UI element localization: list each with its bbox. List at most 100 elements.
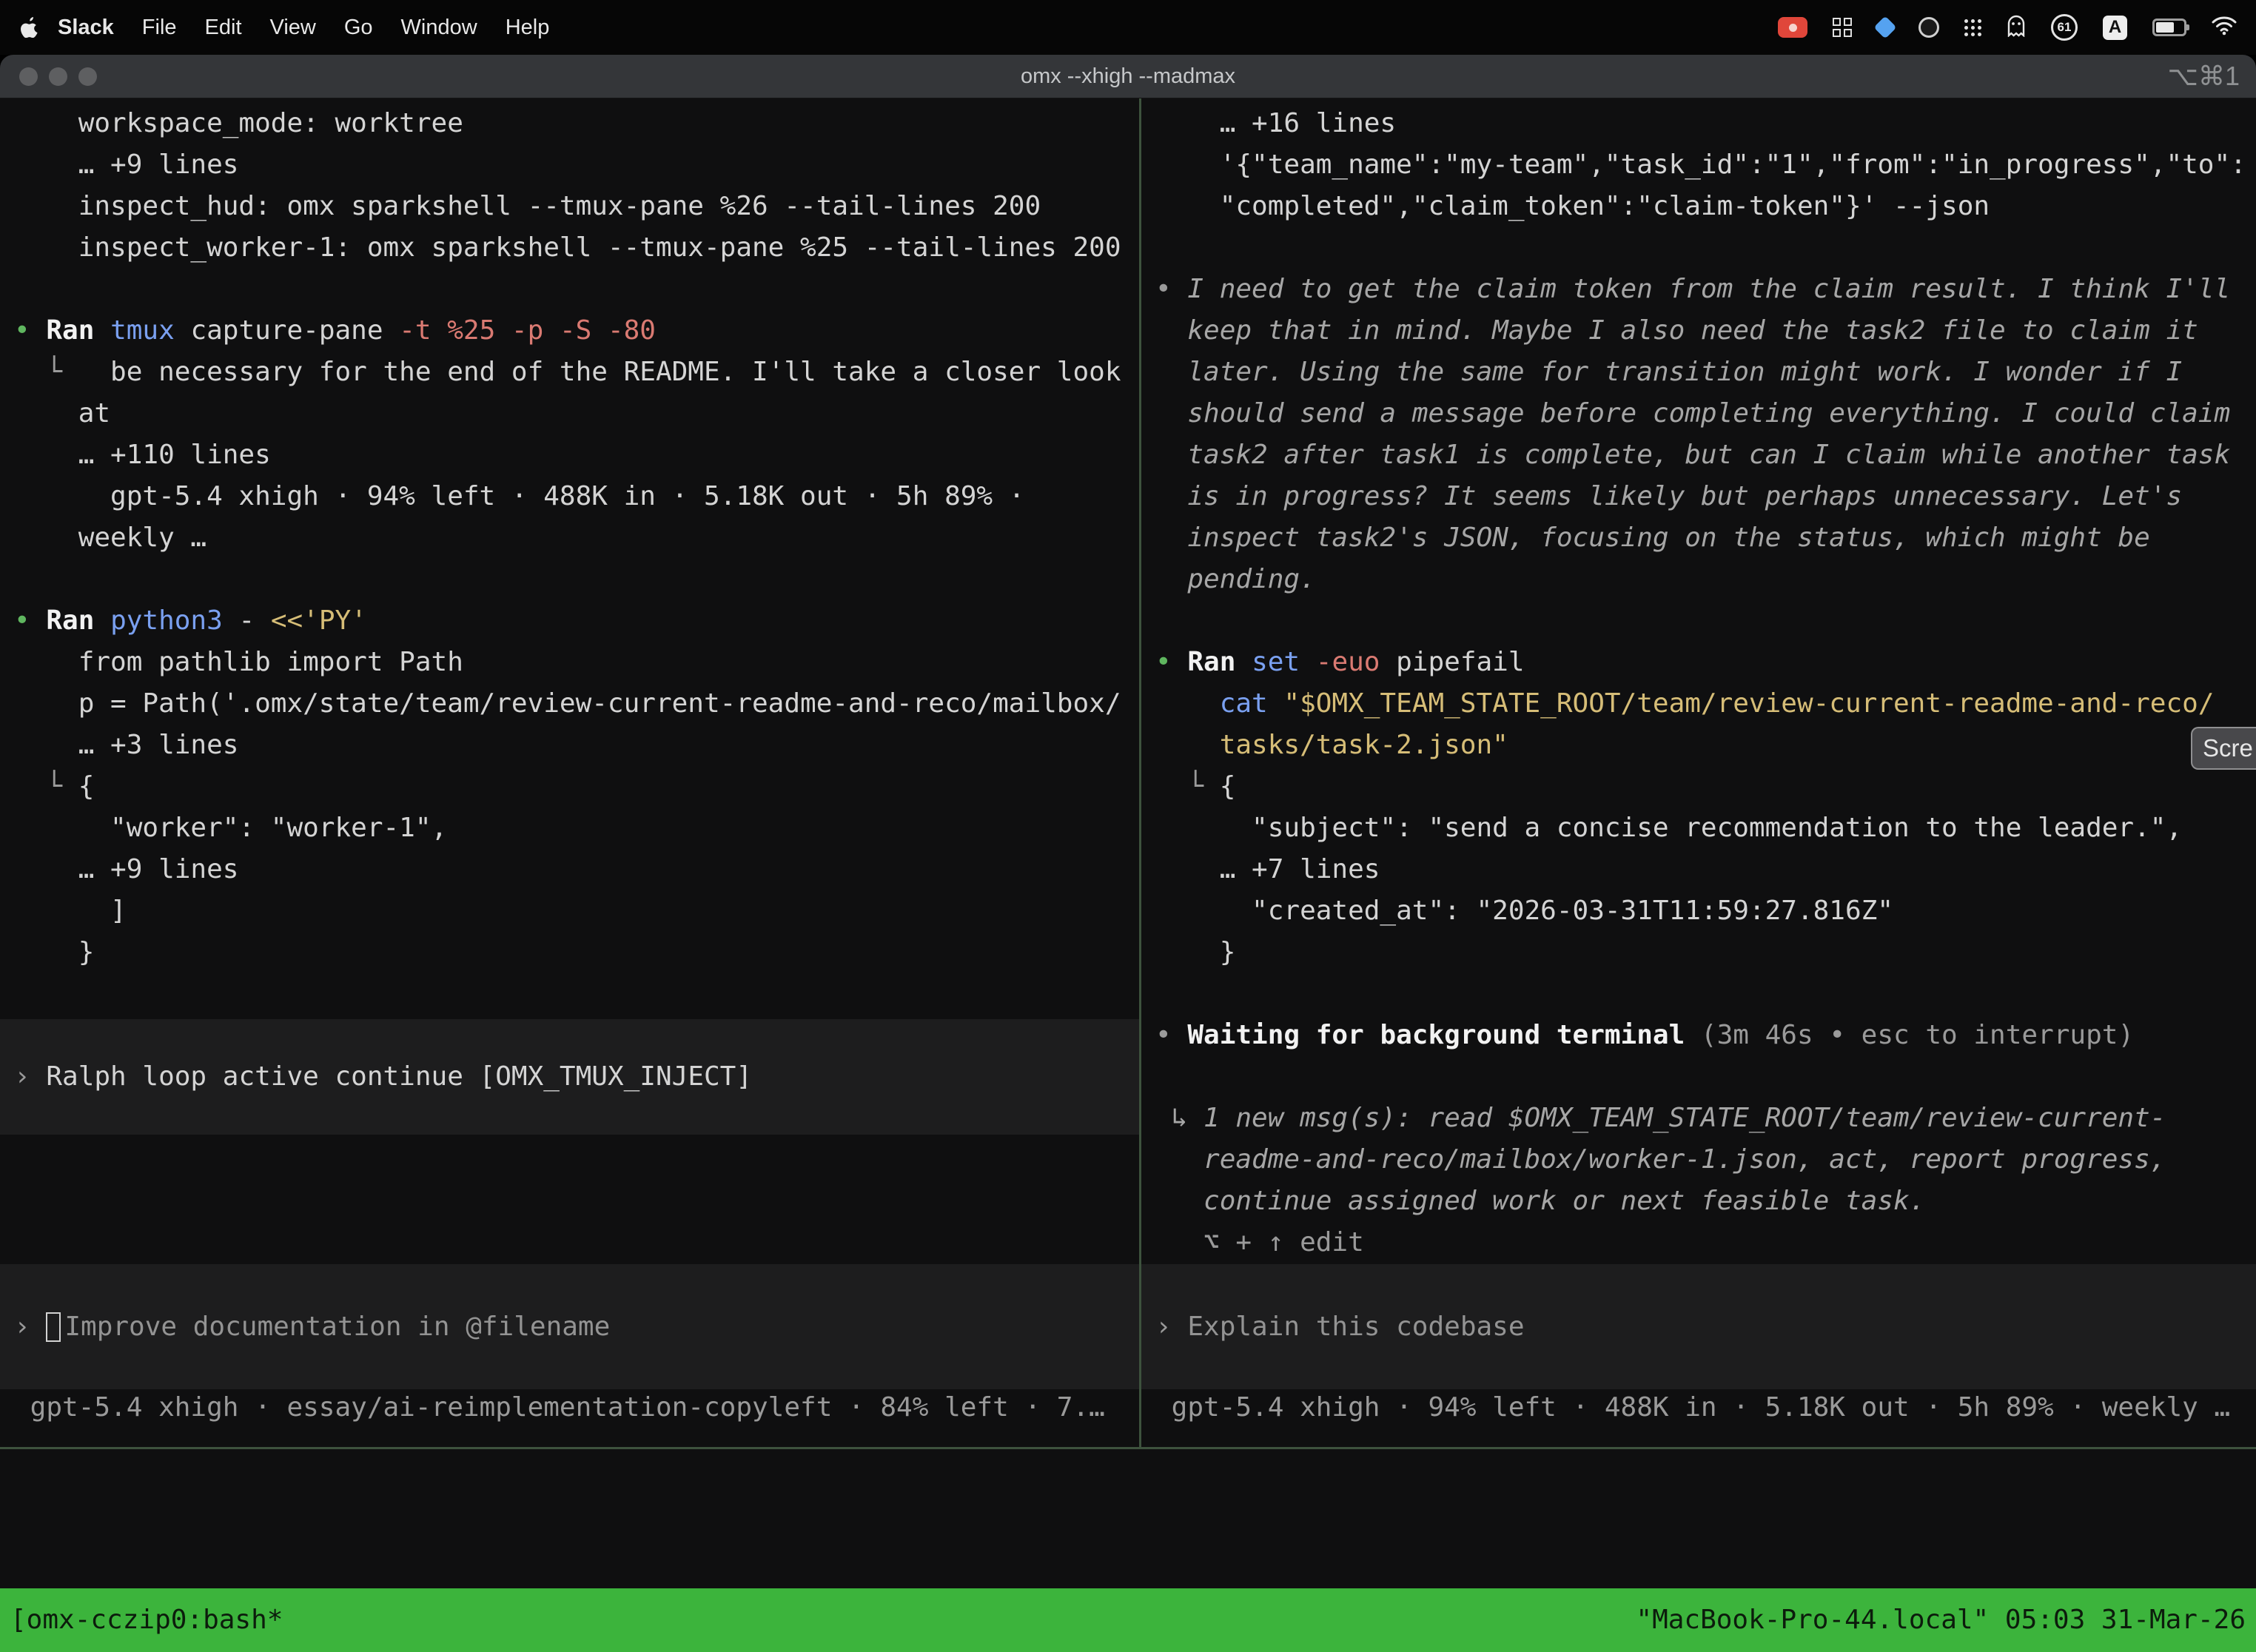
- battery-level: [2156, 22, 2174, 33]
- terminal-line: p = Path('.omx/state/team/review-current…: [14, 683, 1139, 725]
- window-shortcut-hint: ⌥⌘1: [2167, 55, 2240, 98]
- screen: { "menu_bar": { "app_name": "Slack", "it…: [0, 0, 2256, 1652]
- gauge-value: 61: [2058, 20, 2072, 35]
- dots-grid-icon[interactable]: [1964, 19, 1981, 36]
- terminal-line: • I need to get the claim token from the…: [1155, 269, 2256, 310]
- terminal-line: • Ran set -euo pipefail: [1155, 642, 2256, 683]
- menu-edit[interactable]: Edit: [191, 16, 256, 40]
- gauge-icon[interactable]: 61: [2051, 14, 2078, 41]
- terminal-line: └ {: [14, 766, 1139, 807]
- tmux-pane-right[interactable]: … +16 lines '{"team_name":"my-team","tas…: [1141, 98, 2256, 1447]
- text-cursor: [46, 1312, 61, 1342]
- terminal-line: task2 after task1 is complete, but can I…: [1155, 434, 2256, 476]
- input-source-icon[interactable]: A: [2103, 16, 2127, 40]
- terminal-window: omx --xhigh --madmax ⌥⌘1 workspace_mode:…: [0, 55, 2256, 1652]
- zoom-button[interactable]: [78, 67, 97, 86]
- menu-bar: Slack FileEditViewGoWindowHelp 61 A: [0, 0, 2256, 55]
- prompt-chevron: ›: [1155, 1306, 1187, 1348]
- terminal-line: later. Using the same for transition mig…: [1155, 352, 2256, 393]
- menu-bar-left: Slack FileEditViewGoWindowHelp: [21, 16, 563, 40]
- terminal-line: … +110 lines: [14, 434, 1139, 476]
- terminal-line: "worker": "worker-1",: [14, 807, 1139, 849]
- menu-file[interactable]: File: [128, 16, 191, 40]
- menu-help[interactable]: Help: [491, 16, 564, 40]
- terminal-line: workspace_mode: worktree: [14, 103, 1139, 144]
- terminal-area: workspace_mode: worktree … +9 lines insp…: [0, 98, 2256, 1652]
- terminal-line: should send a message before completing …: [1155, 393, 2256, 434]
- terminal-line: … +16 lines: [1155, 103, 2256, 144]
- terminal-line: "completed","claim_token":"claim-token"}…: [1155, 186, 2256, 227]
- prompt-chevron: ›: [14, 1306, 46, 1348]
- terminal-line: • Ran tmux capture-pane -t %25 -p -S -80: [14, 310, 1139, 352]
- omx-hud-statusline: [OMX#0.11.9] cczip/essay/ai-reimplementa…: [12, 1470, 2065, 1511]
- ralph-loop-notice: › Ralph loop active continue [OMX_TMUX_I…: [14, 1056, 752, 1098]
- terminal-line: … +9 lines: [14, 144, 1139, 186]
- battery-icon[interactable]: [2152, 19, 2186, 36]
- menu-view[interactable]: View: [256, 16, 330, 40]
- terminal-line: is in progress? It seems likely but perh…: [1155, 476, 2256, 517]
- terminal-line: … +3 lines: [14, 725, 1139, 766]
- screen-overlay-button[interactable]: Scre: [2191, 727, 2256, 770]
- terminal-line: [1155, 973, 2256, 1015]
- terminal-line: keep that in mind. Maybe I also need the…: [1155, 310, 2256, 352]
- menu-go[interactable]: Go: [330, 16, 387, 40]
- apple-menu-icon[interactable]: [21, 17, 38, 38]
- traffic-lights: [19, 55, 97, 98]
- wifi-icon[interactable]: [2212, 16, 2237, 39]
- terminal-line: • Waiting for background terminal (3m 46…: [1155, 1015, 2256, 1056]
- terminal-line: ↳ 1 new msg(s): read $OMX_TEAM_STATE_ROO…: [1155, 1098, 2256, 1139]
- minimize-button[interactable]: [49, 67, 67, 86]
- terminal-line: readme-and-reco/mailbox/worker-1.json, a…: [1155, 1139, 2256, 1181]
- app-menu-slack[interactable]: Slack: [58, 16, 128, 40]
- close-button[interactable]: [19, 67, 38, 86]
- terminal-line: from pathlib import Path: [14, 642, 1139, 683]
- terminal-line: }: [14, 932, 1139, 973]
- menu-items: FileEditViewGoWindowHelp: [128, 16, 564, 40]
- terminal-line: … +7 lines: [1155, 849, 2256, 890]
- circle-app-icon[interactable]: [1918, 17, 1939, 38]
- menu-window[interactable]: Window: [387, 16, 491, 40]
- left-prompt-input[interactable]: › Improve documentation in @filename: [0, 1264, 1139, 1389]
- raycast-icon[interactable]: [1873, 16, 1896, 38]
- terminal-line: tasks/task-2.json": [1155, 725, 2256, 766]
- terminal-line: pending.: [1155, 559, 2256, 600]
- terminal-line: [14, 559, 1139, 600]
- tmux-pane-left[interactable]: workspace_mode: worktree … +9 lines insp…: [0, 98, 1139, 1447]
- terminal-line: inspect_hud: omx sparkshell --tmux-pane …: [14, 186, 1139, 227]
- terminal-line: at: [14, 393, 1139, 434]
- tmux-session-window: [omx-cczip0:bash*: [10, 1599, 283, 1641]
- terminal-line: weekly …: [14, 517, 1139, 559]
- left-input-placeholder: Improve documentation in @filename: [64, 1306, 610, 1348]
- terminal-line: cat "$OMX_TEAM_STATE_ROOT/team/review-cu…: [1155, 683, 2256, 725]
- terminal-line: gpt-5.4 xhigh · 94% left · 488K in · 5.1…: [14, 476, 1139, 517]
- horizontal-pane-border: [0, 1447, 2256, 1449]
- grid-icon[interactable]: [1833, 18, 1852, 37]
- right-scrollback: … +16 lines '{"team_name":"my-team","tas…: [1141, 98, 2256, 1263]
- window-title: omx --xhigh --madmax: [1021, 64, 1235, 89]
- window-titlebar[interactable]: omx --xhigh --madmax ⌥⌘1: [0, 55, 2256, 98]
- terminal-line: [1155, 1056, 2256, 1098]
- terminal-line: [1155, 227, 2256, 269]
- tmux-status-bar: [omx-cczip0:bash* "MacBook-Pro-44.local"…: [0, 1588, 2256, 1652]
- left-notice-band: › Ralph loop active continue [OMX_TMUX_I…: [0, 1019, 1139, 1135]
- left-pane-statusline: gpt-5.4 xhigh · essay/ai-reimplementatio…: [0, 1387, 1105, 1428]
- tmux-host-time: "MacBook-Pro-44.local" 05:03 31-Mar-26: [1636, 1599, 2246, 1641]
- right-pane-statusline: gpt-5.4 xhigh · 94% left · 488K in · 5.1…: [1141, 1387, 2230, 1428]
- ghost-icon[interactable]: [2007, 15, 2026, 41]
- recording-dot-icon: [1789, 24, 1797, 32]
- terminal-line: "subject": "send a concise recommendatio…: [1155, 807, 2256, 849]
- menu-bar-status-icons: 61 A: [1778, 14, 2237, 41]
- left-scrollback: workspace_mode: worktree … +9 lines insp…: [0, 98, 1139, 973]
- right-prompt-input[interactable]: › Explain this codebase: [1141, 1264, 2256, 1389]
- input-source-letter: A: [2109, 17, 2121, 38]
- terminal-line: ]: [14, 890, 1139, 932]
- screen-recording-icon[interactable]: [1778, 17, 1807, 38]
- terminal-line: └ {: [1155, 766, 2256, 807]
- terminal-line: ⌥ + ↑ edit: [1155, 1222, 2256, 1263]
- terminal-line: • Ran python3 - <<'PY': [14, 600, 1139, 642]
- terminal-line: inspect_worker-1: omx sparkshell --tmux-…: [14, 227, 1139, 269]
- terminal-line: … +9 lines: [14, 849, 1139, 890]
- terminal-line: inspect task2's JSON, focusing on the st…: [1155, 517, 2256, 559]
- terminal-line: continue assigned work or next feasible …: [1155, 1181, 2256, 1222]
- terminal-line: '{"team_name":"my-team","task_id":"1","f…: [1155, 144, 2256, 186]
